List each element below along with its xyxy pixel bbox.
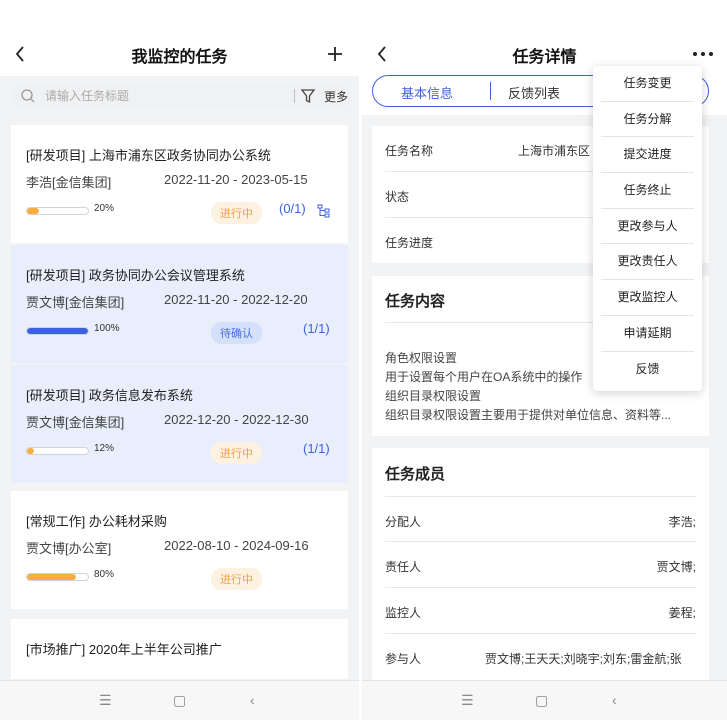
- task-owner: 李浩[金信集团]: [26, 175, 112, 190]
- content-line: 用于设置每个用户在OA系统中的操作: [385, 370, 583, 384]
- page-title: 我监控的任务: [131, 49, 228, 66]
- progress-bar: [26, 207, 89, 215]
- menu-item-change-responsible[interactable]: 更改责任人: [601, 244, 694, 281]
- subtask-ratio: (1/1): [303, 321, 330, 336]
- progress-label: 100%: [94, 323, 120, 334]
- menu-icon[interactable]: ☰: [461, 692, 474, 709]
- task-dates: 2022-11-20 - 2022-12-20: [164, 292, 308, 307]
- tab-basic-info[interactable]: 基本信息: [401, 83, 453, 102]
- task-title: [研发项目] 上海市浦东区政务协同办公系统: [26, 148, 271, 163]
- status-badge: 进行中: [211, 568, 262, 590]
- home-icon[interactable]: ▢: [535, 692, 548, 709]
- divider: [385, 541, 696, 542]
- task-list: [研发项目] 上海市浦东区政务协同办公系统 李浩[金信集团] 2022-11-2…: [11, 125, 348, 681]
- task-card[interactable]: [研发项目] 政务协同办公会议管理系统 贾文博[金信集团] 2022-11-20…: [11, 245, 348, 363]
- menu-item-change-task[interactable]: 任务变更: [601, 66, 694, 102]
- task-name-value: 上海市浦东区: [518, 144, 591, 158]
- add-icon[interactable]: [323, 40, 347, 68]
- back-icon[interactable]: ‹: [612, 692, 617, 708]
- content-line: 组织目录权限设置: [385, 389, 482, 403]
- member-value: 姜程;: [668, 606, 696, 620]
- subtask-ratio: (1/1): [303, 441, 330, 456]
- task-title: [研发项目] 政务协同办公会议管理系统: [26, 268, 245, 283]
- member-label: 监控人: [385, 606, 422, 620]
- task-owner: 贾文博[金信集团]: [26, 415, 125, 430]
- menu-item-split-task[interactable]: 任务分解: [601, 102, 694, 138]
- task-card[interactable]: [研发项目] 政务信息发布系统 贾文博[金信集团] 2022-12-20 - 2…: [11, 365, 348, 483]
- task-dates: 2022-11-20 - 2023-05-15: [164, 172, 308, 187]
- status-label: 状态: [385, 190, 410, 204]
- member-label: 参与人: [385, 652, 422, 666]
- progress-bar: [26, 447, 89, 455]
- progress-bar: [26, 573, 89, 581]
- search-divider: [294, 89, 295, 103]
- status-badge: 进行中: [211, 202, 262, 224]
- menu-item-feedback[interactable]: 反馈: [601, 352, 694, 388]
- progress-label: 任务进度: [385, 236, 434, 250]
- task-card[interactable]: [常规工作] 办公耗材采购 贾文博[办公室] 2022-08-10 - 2024…: [11, 491, 348, 609]
- member-label: 分配人: [385, 515, 422, 529]
- task-dates: 2022-08-10 - 2024-09-16: [164, 538, 309, 553]
- task-card[interactable]: [市场推广] 2020年上半年公司推广: [11, 619, 348, 679]
- task-title: [研发项目] 政务信息发布系统: [26, 388, 193, 403]
- search-icon: [21, 89, 35, 103]
- nav-bar: 我监控的任务: [0, 34, 359, 74]
- task-name-label: 任务名称: [385, 144, 434, 158]
- search-bar: 更多: [11, 82, 352, 110]
- search-input[interactable]: [45, 85, 245, 107]
- progress-label: 80%: [94, 569, 115, 580]
- system-nav-bar: ☰ ▢ ‹: [0, 680, 359, 720]
- task-list-screen: 我监控的任务 更多 [研发项目] 上海市浦东区政务协同办公系统 李浩[金信集团]…: [0, 0, 359, 720]
- tab-divider: [490, 82, 491, 100]
- menu-icon[interactable]: ☰: [99, 692, 112, 709]
- divider: [385, 587, 696, 588]
- more-options-icon[interactable]: [689, 42, 717, 66]
- divider: [385, 496, 696, 497]
- task-owner: 贾文博[办公室]: [26, 541, 112, 556]
- home-icon[interactable]: ▢: [173, 692, 186, 709]
- task-owner: 贾文博[金信集团]: [26, 295, 125, 310]
- tab-feedback-list[interactable]: 反馈列表: [508, 83, 560, 102]
- back-icon[interactable]: ‹: [250, 692, 255, 708]
- progress-label: 12%: [94, 443, 115, 454]
- more-options-menu: 任务变更 任务分解 提交进度 任务终止 更改参与人 更改责任人 更改监控人 申请…: [593, 66, 702, 392]
- page-title: 任务详情: [512, 49, 577, 66]
- subtask-ratio: (0/1): [279, 201, 306, 216]
- system-nav-bar: ☰ ▢ ‹: [362, 680, 727, 720]
- status-badge: 进行中: [211, 442, 262, 464]
- divider: [385, 633, 696, 634]
- subtask-tree-icon[interactable]: [317, 204, 331, 218]
- menu-item-submit-progress[interactable]: 提交进度: [601, 137, 694, 174]
- content-line: 组织目录权限设置主要用于提供对单位信息、资料等...: [385, 408, 672, 422]
- content-line: 角色权限设置: [385, 351, 458, 365]
- task-dates: 2022-12-20 - 2022-12-30: [164, 412, 309, 427]
- menu-item-change-monitor[interactable]: 更改监控人: [601, 280, 694, 316]
- menu-item-terminate-task[interactable]: 任务终止: [601, 173, 694, 209]
- member-label: 责任人: [385, 560, 422, 574]
- member-value: 贾文博;王天天;刘晓宇;刘东;雷金航;张: [485, 652, 682, 666]
- task-card[interactable]: [研发项目] 上海市浦东区政务协同办公系统 李浩[金信集团] 2022-11-2…: [11, 125, 348, 243]
- progress-bar: [26, 327, 89, 335]
- menu-item-change-participants[interactable]: 更改参与人: [601, 209, 694, 245]
- menu-item-request-extension[interactable]: 申请延期: [601, 316, 694, 352]
- member-value: 贾文博;: [656, 560, 696, 574]
- section-title: 任务成员: [385, 466, 446, 483]
- filter-icon[interactable]: [300, 87, 316, 105]
- member-value: 李浩;: [668, 515, 696, 529]
- task-title: [市场推广] 2020年上半年公司推广: [26, 642, 222, 657]
- top-bar: 我监控的任务: [0, 0, 359, 76]
- more-filter-button[interactable]: 更多: [324, 88, 348, 105]
- progress-label: 20%: [94, 203, 115, 214]
- status-badge: 待确认: [211, 322, 262, 344]
- task-members-panel: 任务成员 分配人 李浩; 责任人 贾文博; 监控人 姜程; 参与人 贾文博;王天…: [372, 448, 709, 680]
- task-title: [常规工作] 办公耗材采购: [26, 514, 167, 529]
- section-title: 任务内容: [385, 293, 446, 310]
